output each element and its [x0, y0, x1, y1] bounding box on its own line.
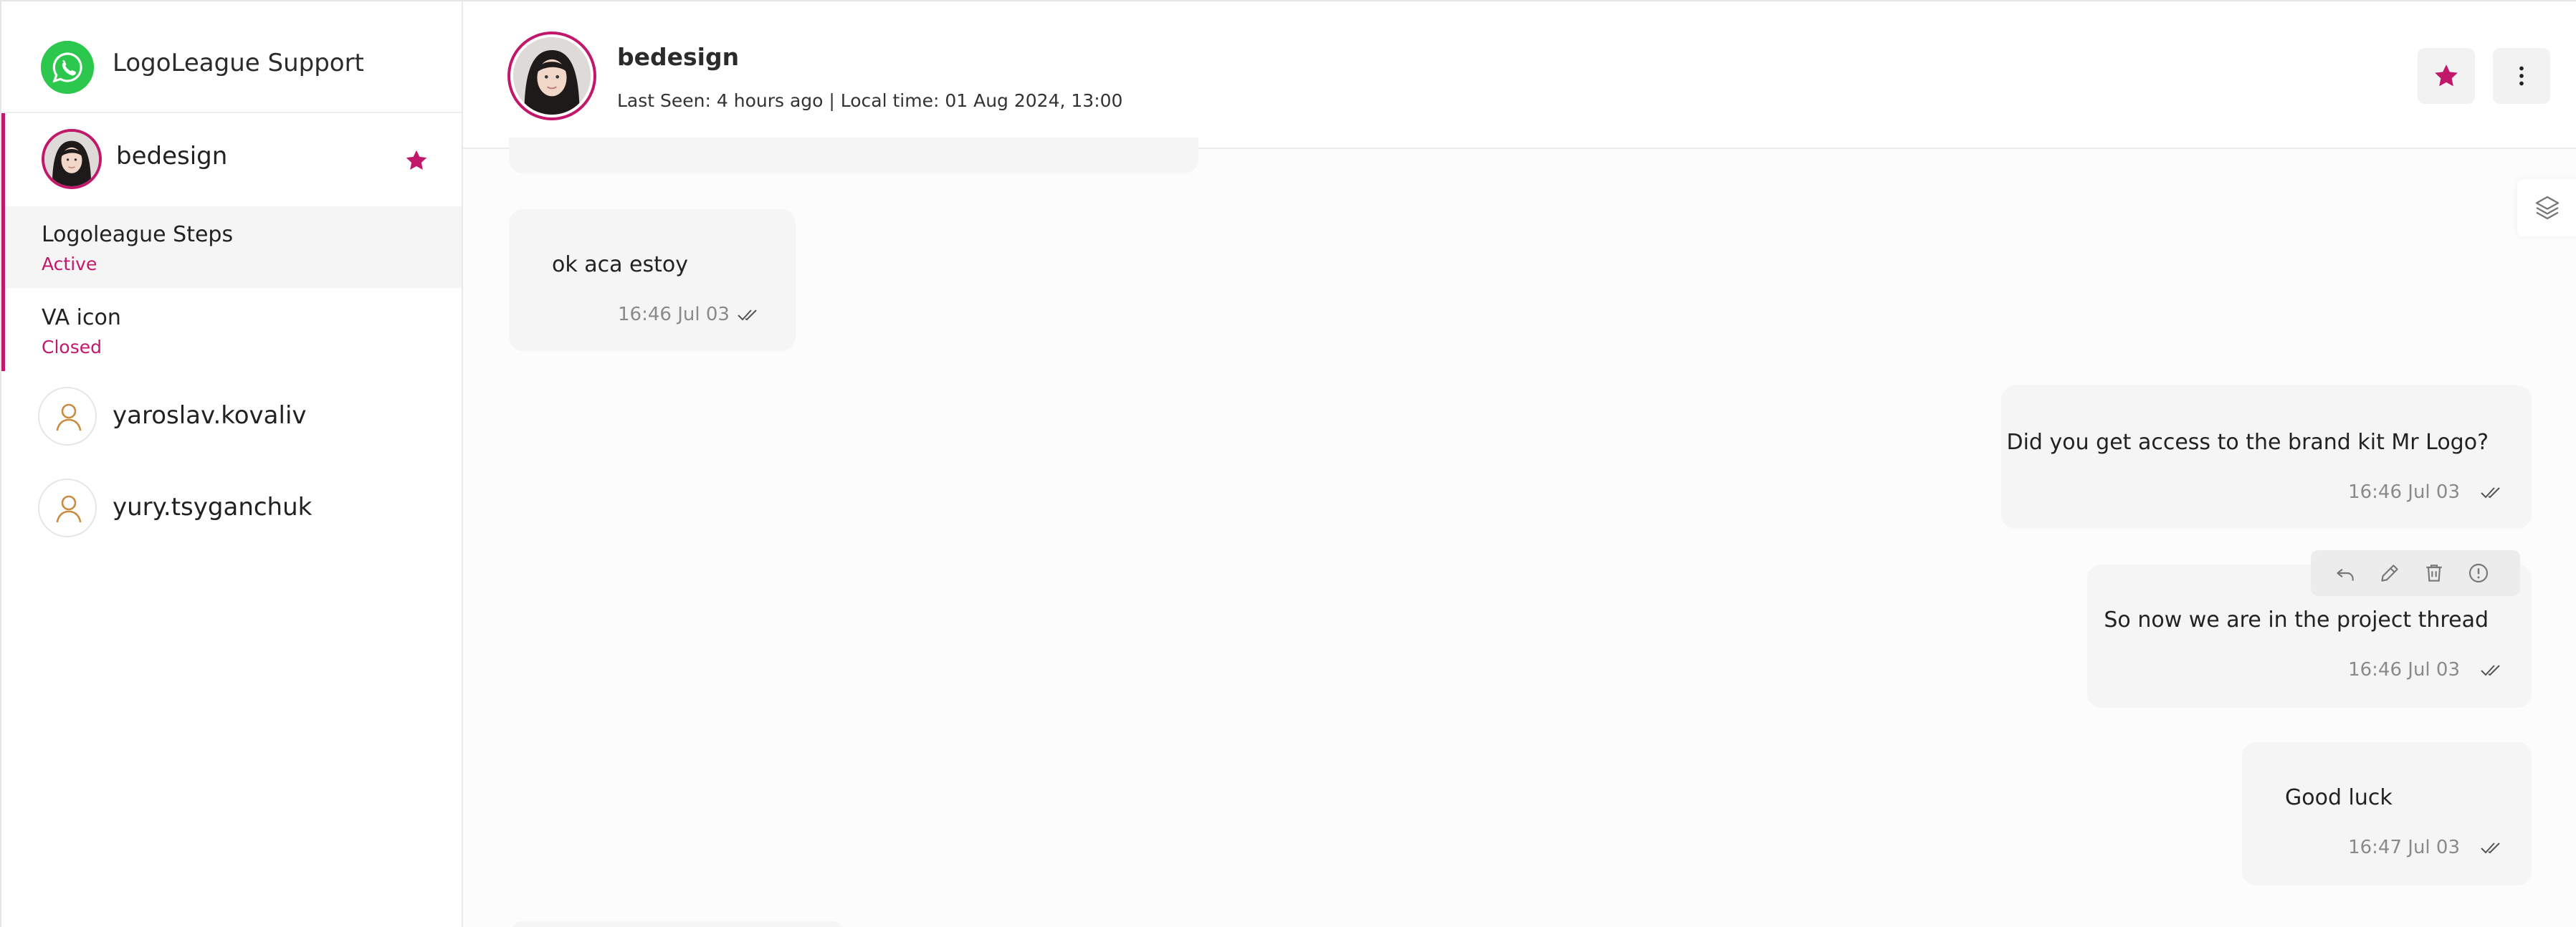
delete-icon[interactable] — [2423, 562, 2446, 585]
contact-group-bedesign: bedesign Logoleague Steps Active VA icon… — [1, 113, 462, 371]
message-time: 16:46 Jul 03 — [618, 304, 730, 325]
message-text: ok aca estoy — [552, 252, 689, 277]
star-icon[interactable] — [404, 148, 429, 173]
message-actions-toolbar — [2311, 550, 2520, 596]
layers-icon — [2535, 196, 2560, 220]
info-icon[interactable] — [2467, 562, 2490, 585]
thread-status: Closed — [42, 337, 102, 357]
layers-button[interactable] — [2517, 179, 2576, 236]
message-text: Good luck — [2285, 785, 2393, 810]
chat-panel: bedesign Last Seen: 4 hours ago | Local … — [463, 1, 2576, 927]
double-check-icon — [2481, 665, 2500, 676]
last-seen-text: Last Seen: 4 hours ago | Local time: 01 … — [617, 90, 1123, 111]
double-check-icon — [738, 309, 757, 321]
thread-item-va-icon[interactable]: VA icon Closed — [5, 289, 462, 371]
app-window: LogoLeague Support bedesign Logoleague S… — [0, 0, 2576, 927]
avatar — [42, 129, 102, 189]
message-bubble-outgoing[interactable]: Did you get access to the brand kit Mr L… — [2001, 385, 2532, 529]
sidebar: LogoLeague Support bedesign Logoleague S… — [1, 1, 463, 927]
app-title: LogoLeague Support — [113, 49, 364, 77]
message-bubble-partial — [509, 138, 1198, 173]
double-check-icon — [2481, 487, 2500, 499]
message-time: 16:47 Jul 03 — [2348, 837, 2460, 858]
whatsapp-icon — [41, 41, 94, 94]
chat-header: bedesign Last Seen: 4 hours ago | Local … — [463, 1, 2576, 149]
more-options-button[interactable] — [2493, 48, 2550, 104]
message-text: So now we are in the project thread — [2104, 607, 2489, 633]
more-vertical-icon — [2519, 66, 2524, 86]
sidebar-header: LogoLeague Support — [1, 1, 462, 113]
message-text: Did you get access to the brand kit Mr L… — [2006, 430, 2489, 455]
contact-name: bedesign — [116, 142, 228, 170]
thread-title: VA icon — [42, 305, 121, 330]
thread-title: Logoleague Steps — [42, 222, 234, 247]
reply-icon[interactable] — [2334, 562, 2357, 585]
chat-contact-name: bedesign — [617, 43, 740, 71]
message-bubble-outgoing[interactable]: Good luck 16:47 Jul 03 — [2242, 742, 2532, 885]
contact-item-yaroslav[interactable]: yaroslav.kovaliv — [1, 374, 462, 458]
avatar[interactable] — [507, 32, 596, 120]
edit-icon[interactable] — [2378, 562, 2401, 585]
contact-name: yury.tsyganchuk — [113, 493, 313, 522]
thread-item-logoleague-steps[interactable]: Logoleague Steps Active — [5, 206, 462, 288]
contact-name: yaroslav.kovaliv — [113, 401, 307, 430]
favorite-button[interactable] — [2418, 48, 2475, 104]
thread-status: Active — [42, 254, 97, 274]
star-icon — [2435, 64, 2458, 87]
user-icon — [38, 479, 97, 537]
message-time: 16:46 Jul 03 — [2348, 659, 2460, 681]
contact-item-yury[interactable]: yury.tsyganchuk — [1, 466, 462, 550]
contact-item-bedesign[interactable]: bedesign — [5, 113, 462, 206]
message-bubble-incoming[interactable]: ok aca estoy 16:46 Jul 03 — [509, 209, 796, 351]
message-bubble-partial — [509, 921, 846, 927]
double-check-icon — [2481, 842, 2500, 854]
user-icon — [38, 387, 97, 446]
message-time: 16:46 Jul 03 — [2348, 481, 2460, 503]
